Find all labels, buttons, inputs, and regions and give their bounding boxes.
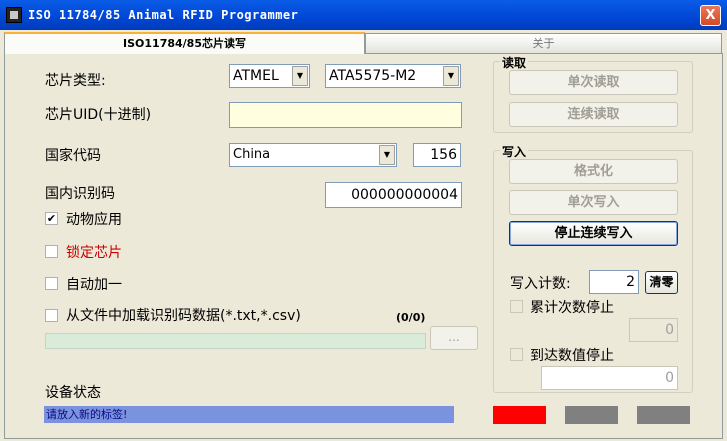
- stop-by-value-label: 到达数值停止: [530, 348, 614, 364]
- device-status-label: 设备状态: [45, 385, 101, 401]
- country-code-field[interactable]: 156: [413, 143, 461, 167]
- chip-uid-label: 芯片UID(十进制): [45, 107, 152, 123]
- stop-by-value-checkbox[interactable]: [510, 348, 523, 361]
- clear-count-button[interactable]: 清零: [645, 271, 678, 294]
- chip-type-label: 芯片类型:: [45, 73, 106, 89]
- country-value: China: [233, 147, 271, 162]
- stop-by-count-field[interactable]: 0: [629, 318, 678, 342]
- auto-increment-label: 自动加一: [66, 277, 122, 293]
- window-title: ISO 11784/85 Animal RFID Programmer: [28, 8, 299, 22]
- single-write-button[interactable]: 单次写入: [509, 190, 678, 215]
- browse-button[interactable]: ...: [430, 326, 478, 350]
- chip-model-select[interactable]: ATA5575-M2 ▼: [325, 64, 461, 88]
- lock-chip-label: 锁定芯片: [66, 245, 122, 261]
- load-file-checkbox[interactable]: [45, 309, 58, 322]
- status-indicator-gray-2: [637, 406, 690, 424]
- single-read-button[interactable]: 单次读取: [509, 70, 678, 95]
- close-button[interactable]: X: [700, 5, 721, 26]
- load-file-label: 从文件中加载识别码数据(*.txt,*.csv): [66, 308, 301, 324]
- chip-model-value: ATA5575-M2: [329, 68, 417, 84]
- tab-chip-rw[interactable]: ISO11784/85芯片读写: [4, 32, 365, 54]
- continuous-read-button[interactable]: 连续读取: [509, 102, 678, 127]
- stop-by-value-field[interactable]: 0: [541, 366, 678, 390]
- auto-increment-checkbox[interactable]: [45, 277, 58, 290]
- chevron-down-icon[interactable]: ▼: [292, 66, 308, 86]
- chip-uid-field[interactable]: [229, 102, 462, 128]
- status-message-bar: 请放入新的标签!: [44, 406, 454, 423]
- stop-by-count-checkbox[interactable]: [510, 300, 523, 313]
- stop-continuous-write-button[interactable]: 停止连续写入: [509, 221, 678, 246]
- write-count-field[interactable]: 2: [589, 270, 639, 294]
- tab-about[interactable]: 关于: [365, 33, 722, 54]
- country-code-label: 国家代码: [45, 148, 101, 164]
- status-indicator-red: [493, 406, 546, 424]
- app-icon: [6, 7, 22, 23]
- file-counter: (0/0): [396, 311, 426, 324]
- write-group-title: 写入: [500, 143, 529, 160]
- title-bar: ISO 11784/85 Animal RFID Programmer X: [0, 0, 727, 30]
- lock-chip-checkbox[interactable]: [45, 245, 58, 258]
- chip-vendor-select[interactable]: ATMEL ▼: [229, 64, 310, 88]
- animal-app-checkbox[interactable]: ✔: [45, 212, 58, 225]
- chevron-down-icon[interactable]: ▼: [443, 66, 459, 86]
- stop-by-count-label: 累计次数停止: [530, 300, 614, 316]
- file-progress-bar: [45, 333, 426, 349]
- national-id-field[interactable]: 000000000004: [325, 182, 462, 208]
- chevron-down-icon[interactable]: ▼: [379, 145, 395, 165]
- country-select[interactable]: China ▼: [229, 143, 397, 167]
- read-group-title: 读取: [500, 54, 529, 71]
- chip-vendor-value: ATMEL: [233, 68, 279, 84]
- status-indicator-gray-1: [565, 406, 618, 424]
- animal-app-label: 动物应用: [66, 212, 122, 228]
- write-count-label: 写入计数:: [510, 276, 571, 292]
- national-id-label: 国内识别码: [45, 186, 115, 202]
- format-button[interactable]: 格式化: [509, 159, 678, 184]
